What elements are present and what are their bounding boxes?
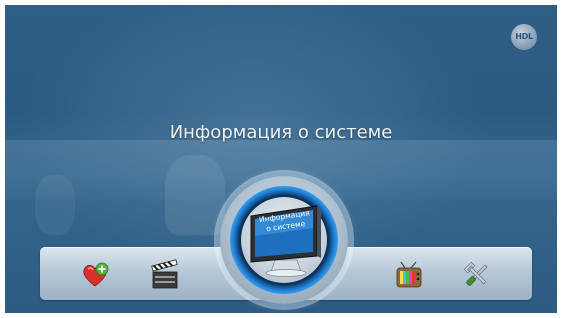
settings-tools-icon[interactable] <box>460 258 494 292</box>
page-title: Информация о системе <box>169 122 393 143</box>
tv-menu-screen: HDL Информация о системе Информация о си… <box>0 0 562 318</box>
favorites-icon[interactable] <box>78 258 112 292</box>
brand-logo: HDL <box>511 24 537 50</box>
tv-icon[interactable] <box>392 259 426 293</box>
background-figure-small <box>35 175 75 235</box>
media-clapper-icon[interactable] <box>148 259 182 293</box>
